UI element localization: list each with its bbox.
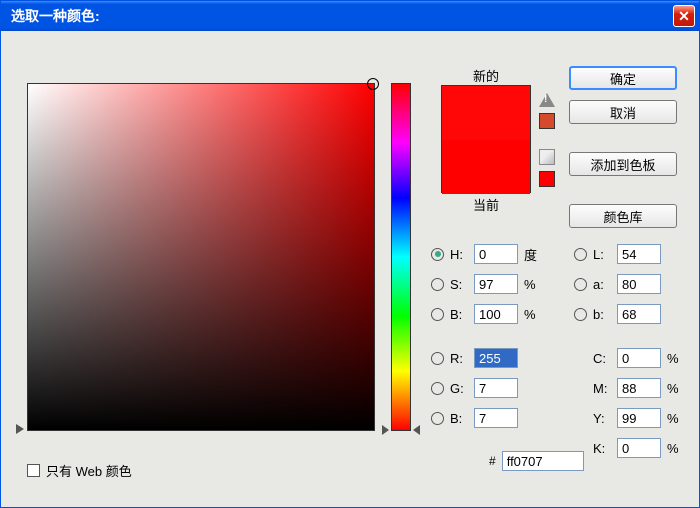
label-h: H: [450,247,470,262]
button-column: 确定 取消 添加到色板 颜色库 [569,66,677,228]
sv-marker[interactable] [367,78,379,90]
preview-current-color[interactable] [442,140,530,194]
input-k[interactable] [617,438,661,458]
label-g: G: [450,381,470,396]
radio-r[interactable] [431,352,444,365]
title-text: 选取一种颜色: [11,6,100,26]
titlebar[interactable]: 选取一种颜色: ✕ [1,1,699,31]
input-r[interactable] [474,348,518,368]
radio-b-rgb[interactable] [431,412,444,425]
radio-h[interactable] [431,248,444,261]
preview-area: 新的 当前 [441,66,531,214]
warning-column [539,93,555,187]
radio-a[interactable] [574,278,587,291]
unit-percent-m: % [667,381,685,396]
hue-arrow-right-icon [413,425,420,435]
input-s[interactable] [474,274,518,294]
unit-percent-c: % [667,351,685,366]
preview-box [441,85,531,193]
label-k: K: [593,441,613,456]
label-m: M: [593,381,613,396]
input-y[interactable] [617,408,661,428]
close-icon: ✕ [678,8,690,25]
gamut-warning-icon[interactable] [539,93,555,107]
radio-g[interactable] [431,382,444,395]
label-l: L: [593,247,613,262]
hash-label: # [489,454,496,468]
web-only-checkbox[interactable] [27,464,40,477]
input-h[interactable] [474,244,518,264]
saturation-value-picker[interactable] [27,83,375,431]
input-l[interactable] [617,244,661,264]
label-current: 当前 [441,195,531,214]
color-picker-dialog: 选取一种颜色: ✕ 新的 当前 [0,0,700,508]
label-r: R: [450,351,470,366]
radio-b-lab[interactable] [574,308,587,321]
input-b-lab[interactable] [617,304,661,324]
label-a: a: [593,277,613,292]
ok-button[interactable]: 确定 [569,66,677,90]
input-a[interactable] [617,274,661,294]
input-b-rgb[interactable] [474,408,518,428]
radio-b-hsb[interactable] [431,308,444,321]
content-area: 新的 当前 确定 取消 添加到色板 颜色库 H: [1,31,699,507]
unit-percent-s: % [524,277,542,292]
input-b-hsb[interactable] [474,304,518,324]
input-m[interactable] [617,378,661,398]
hex-row: # [489,451,584,471]
input-c[interactable] [617,348,661,368]
label-b-rgb: B: [450,411,470,426]
unit-degree: 度 [524,245,542,264]
preview-new-color [442,86,530,140]
unit-percent-y: % [667,411,685,426]
radio-l[interactable] [574,248,587,261]
cancel-button[interactable]: 取消 [569,100,677,124]
gamut-swatch[interactable] [539,113,555,129]
hue-arrow-left-icon [382,425,389,435]
unit-percent-b: % [524,307,542,322]
label-new: 新的 [441,66,531,85]
color-lib-button[interactable]: 颜色库 [569,204,677,228]
label-s: S: [450,277,470,292]
radio-s[interactable] [431,278,444,291]
input-g[interactable] [474,378,518,398]
label-b-lab: b: [593,307,613,322]
hue-slider[interactable] [391,83,411,431]
web-only-label: 只有 Web 颜色 [46,461,132,480]
close-button[interactable]: ✕ [673,5,695,27]
web-only-row: 只有 Web 颜色 [27,461,132,480]
unit-percent-k: % [667,441,685,456]
label-c: C: [593,351,613,366]
input-hex[interactable] [502,451,584,471]
value-fields: H: 度 L: S: % a: B: [431,239,685,463]
websafe-swatch[interactable] [539,171,555,187]
label-y: Y: [593,411,613,426]
websafe-warning-icon[interactable] [539,149,555,165]
label-b-hsb: B: [450,307,470,322]
sv-arrow-icon [16,424,24,434]
add-swatch-button[interactable]: 添加到色板 [569,152,677,176]
